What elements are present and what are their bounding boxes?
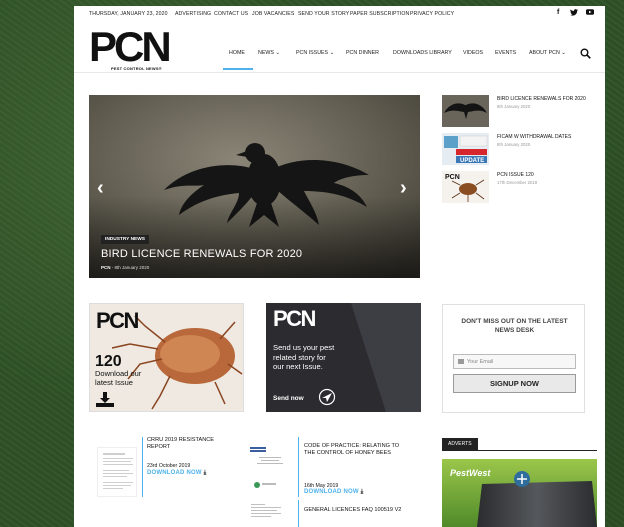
nav-videos[interactable]: VIDEOS — [463, 50, 483, 56]
pestwest-advert[interactable]: PestWest — [442, 459, 597, 527]
facebook-icon[interactable]: f — [557, 9, 559, 16]
nav-issues-label: PCN ISSUES — [296, 50, 329, 56]
download-title[interactable]: CODE OF PRACTICE: RELATING TO THE CONTRO… — [304, 443, 409, 457]
chevron-down-icon: ⌄ — [329, 50, 335, 56]
document-thumbnail[interactable] — [249, 443, 289, 491]
email-placeholder: Your Email — [467, 359, 494, 365]
document-thumbnail[interactable] — [249, 502, 289, 526]
download-item[interactable]: CRRU 2019 RESISTANCE REPORT 23rd October… — [89, 437, 244, 527]
nav-events[interactable]: EVENTS — [495, 50, 516, 56]
download-now-label: DOWNLOAD NOW — [147, 470, 202, 476]
chevron-down-icon: ⌄ — [561, 50, 566, 56]
slider-prev-button[interactable]: ‹ — [97, 177, 104, 200]
top-bar: THURSDAY, JANUARY 23, 2020 ADVERTISING C… — [74, 6, 605, 24]
svg-text:PCN: PCN — [445, 174, 460, 181]
search-icon[interactable] — [580, 46, 591, 59]
header-divider — [74, 72, 605, 73]
hero-category-badge[interactable]: INDUSTRY NEWS — [101, 235, 149, 244]
side-post-date: 8th January 2020 — [497, 104, 531, 109]
latest-issue-promo[interactable]: PCN 120 Download our latest Issue — [89, 303, 244, 412]
side-post[interactable]: UPDATE FICAM W WITHDRAWAL DATES 8th Janu… — [442, 133, 602, 167]
newsletter-signup: DON'T MISS OUT ON THE LATEST NEWS DESK Y… — [442, 304, 585, 413]
side-post[interactable]: BIRD LICENCE RENEWALS FOR 2020 8th Janua… — [442, 95, 602, 129]
document-thumbnail[interactable] — [97, 447, 137, 497]
nav-about[interactable]: ABOUT PCN ⌄ — [529, 50, 566, 56]
download-icon[interactable] — [96, 392, 114, 411]
advert-brand: PestWest — [450, 468, 491, 478]
chevron-down-icon: ⌄ — [275, 50, 280, 56]
nav-about-label: ABOUT PCN — [529, 50, 560, 56]
download-title[interactable]: GENERAL LICENCES FAQ 100519 V2 — [304, 507, 409, 514]
send-story-promo[interactable]: PCN Send us your pest related story for … — [266, 303, 421, 412]
hero-author[interactable]: PCN — [101, 265, 111, 270]
download-icon: ⤓ — [203, 470, 207, 476]
promo-logo: PCN — [96, 308, 139, 333]
signup-button[interactable]: SIGNUP NOW — [453, 374, 576, 393]
youtube-icon[interactable] — [586, 9, 594, 17]
side-post-title[interactable]: PCN ISSUE 120 — [497, 172, 597, 178]
download-now-label: DOWNLOAD NOW — [304, 489, 359, 495]
adverts-divider — [442, 450, 597, 451]
download-date: 23rd October 2019 — [147, 463, 191, 469]
adverts-label: ADVERTS — [442, 438, 478, 450]
side-post[interactable]: PCN PCN ISSUE 120 17th December 2019 — [442, 171, 602, 205]
svg-text:UPDATE: UPDATE — [460, 158, 484, 164]
promo-line-2: latest Issue — [95, 378, 133, 387]
promo-logo: PCN — [273, 306, 316, 331]
signup-heading: DON'T MISS OUT ON THE LATEST NEWS DESK — [461, 318, 568, 334]
email-icon — [458, 359, 464, 364]
topbar-link-privacy[interactable]: PRIVACY POLICY — [410, 11, 454, 17]
nav-downloads[interactable]: DOWNLOADS LIBRARY — [393, 50, 452, 56]
hero-meta: PCN - 8th January 2020 — [101, 265, 150, 270]
nav-pcn-dinner[interactable]: PCN DINNER — [346, 50, 379, 56]
promo-line-1: Download our — [95, 369, 142, 378]
download-item[interactable]: GENERAL LICENCES FAQ 100519 V2 — [249, 500, 434, 527]
send-now-link[interactable]: Send now — [273, 395, 304, 402]
send-icon[interactable] — [318, 388, 336, 411]
hero-title[interactable]: BIRD LICENCE RENEWALS FOR 2020 — [101, 248, 302, 260]
side-post-title[interactable]: FICAM W WITHDRAWAL DATES — [497, 134, 597, 140]
topbar-link-send-story[interactable]: SEND YOUR STORY — [298, 11, 349, 17]
logo-text: PCN — [89, 23, 172, 70]
active-nav-indicator — [223, 68, 253, 70]
side-post-date: 8th January 2020 — [497, 142, 531, 147]
download-now-link[interactable]: DOWNLOAD NOW ⤓ — [304, 489, 363, 496]
email-field[interactable]: Your Email — [453, 354, 576, 369]
download-now-link[interactable]: DOWNLOAD NOW ⤓ — [147, 470, 206, 477]
side-post-thumbnail[interactable] — [442, 95, 489, 127]
topbar-link-jobs[interactable]: JOB VACANCIES — [252, 11, 294, 17]
nav-news[interactable]: NEWS ⌄ — [258, 50, 280, 56]
side-post-thumbnail[interactable]: PCN — [442, 171, 489, 203]
side-post-date: 17th December 2019 — [497, 180, 538, 185]
pcn-logo[interactable]: PCN PEST CONTROL NEWS® — [89, 26, 179, 72]
current-date: THURSDAY, JANUARY 23, 2020 — [89, 11, 168, 17]
nav-news-label: NEWS — [258, 50, 274, 56]
slider-next-button[interactable]: › — [400, 177, 407, 200]
topbar-link-advertising[interactable]: ADVERTISING — [175, 11, 211, 17]
logo-subtitle: PEST CONTROL NEWS® — [111, 66, 162, 71]
item-divider — [142, 437, 143, 497]
nav-pcn-issues[interactable]: PCN ISSUES ⌄ — [296, 50, 334, 56]
nav-home[interactable]: HOME — [229, 50, 245, 56]
download-icon: ⤓ — [360, 489, 364, 495]
page: THURSDAY, JANUARY 23, 2020 ADVERTISING C… — [74, 6, 605, 527]
twitter-icon[interactable] — [570, 9, 578, 18]
promo-story-text: Send us your pest related story for our … — [273, 343, 335, 371]
hero-date: 8th January 2020 — [114, 265, 150, 270]
hero-slider[interactable]: ‹ › INDUSTRY NEWS BIRD LICENCE RENEWALS … — [89, 95, 420, 278]
download-title[interactable]: CRRU 2019 RESISTANCE REPORT — [147, 437, 237, 451]
item-divider — [298, 500, 299, 527]
topbar-link-subscription[interactable]: PAPER SUBSCRIPTION — [350, 11, 409, 17]
side-post-thumbnail[interactable]: UPDATE — [442, 133, 489, 165]
item-divider — [298, 437, 299, 497]
topbar-link-contact[interactable]: CONTACT US — [214, 11, 248, 17]
side-post-title[interactable]: BIRD LICENCE RENEWALS FOR 2020 — [497, 96, 597, 102]
